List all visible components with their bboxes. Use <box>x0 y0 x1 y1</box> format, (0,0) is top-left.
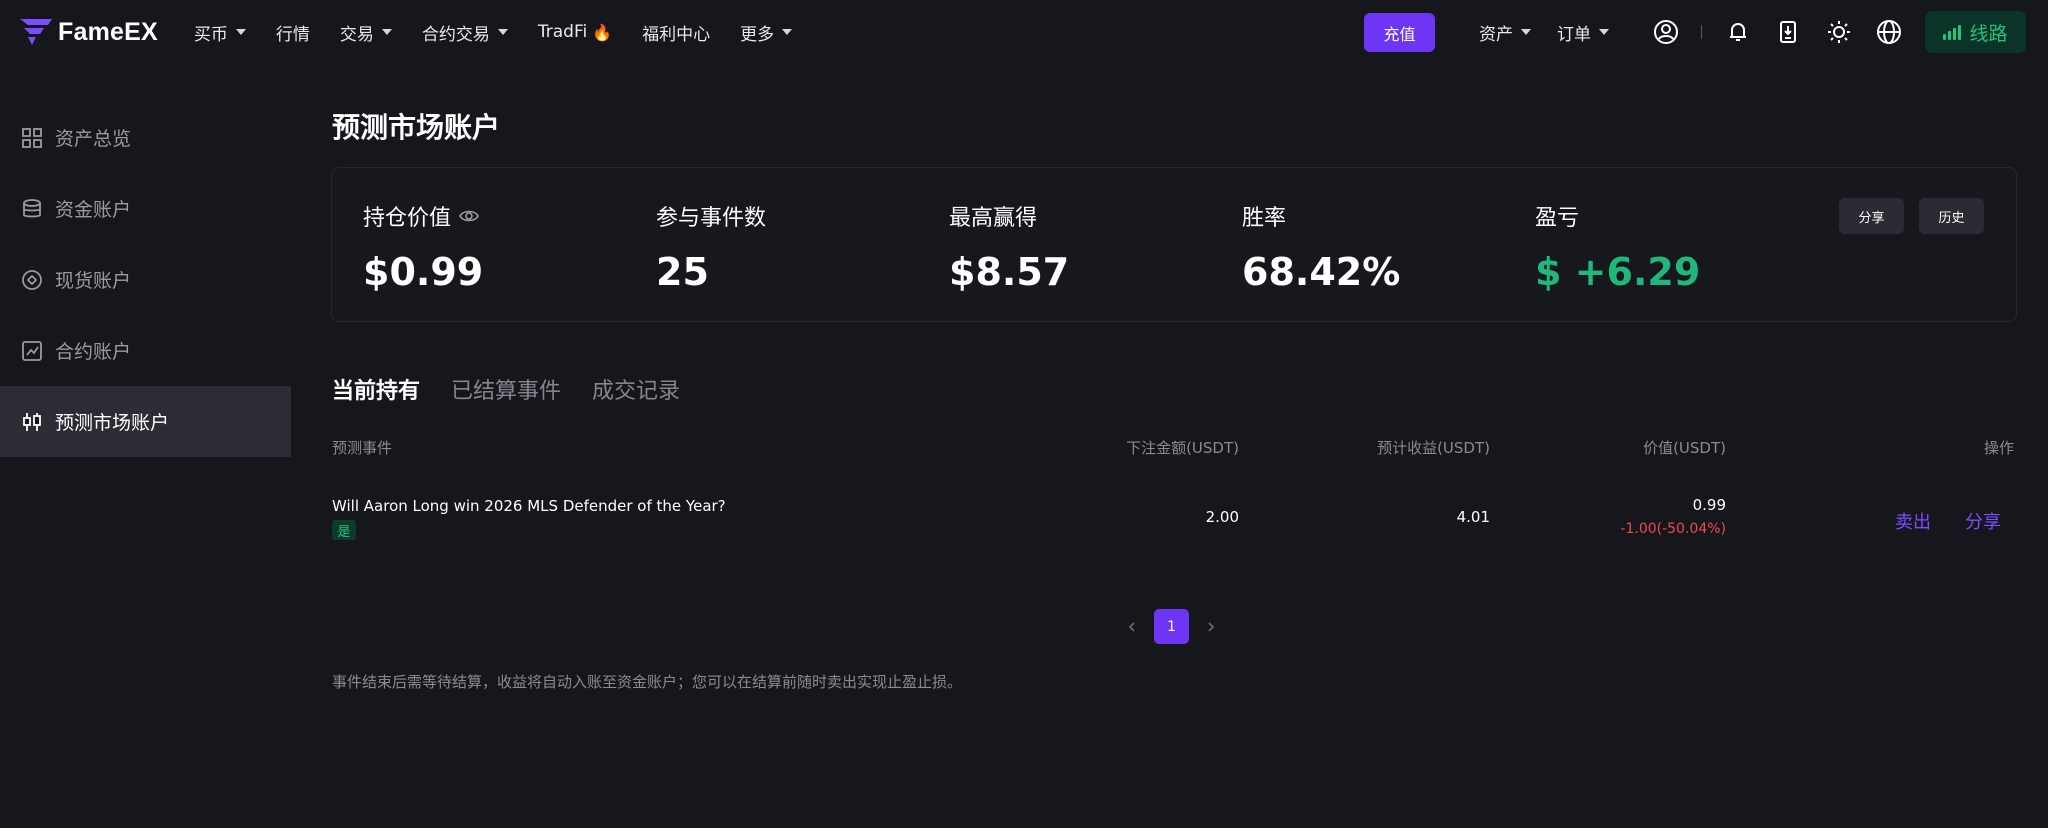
tab-settled-events[interactable]: 已结算事件 <box>451 373 561 405</box>
nav-label: 买币 <box>193 24 228 45</box>
page-number-current[interactable]: 1 <box>1154 609 1189 644</box>
stat-value: 25 <box>656 250 709 294</box>
grid-icon <box>22 127 42 148</box>
route-button[interactable]: 线路 <box>1925 11 2026 53</box>
position-value: 0.99 <box>1692 496 1726 514</box>
tab-trade-history[interactable]: 成交记录 <box>592 373 680 405</box>
chevron-down-icon <box>1521 29 1531 35</box>
nav-markets[interactable]: 行情 <box>276 20 310 45</box>
stat-max-win: 最高赢得 $8.57 <box>949 200 1069 294</box>
nav-rewards[interactable]: 福利中心 <box>642 20 710 45</box>
nav-label: 交易 <box>339 24 374 45</box>
stat-label: 持仓价值 <box>363 200 483 232</box>
main-nav: 买币 行情 交易 合约交易 TradFi 🔥 福利中心 更多 <box>194 20 822 45</box>
theme-sun-icon[interactable] <box>1823 16 1855 48</box>
stat-label: 参与事件数 <box>656 206 767 231</box>
sidebar-item-label: 资金账户 <box>55 199 132 221</box>
nav-more[interactable]: 更多 <box>740 20 793 45</box>
coins-icon <box>23 198 41 217</box>
divider <box>1701 25 1702 39</box>
candlestick-icon <box>23 412 41 431</box>
nav-label: 合约交易 <box>421 24 490 45</box>
bet-amount: 2.00 <box>1205 508 1239 526</box>
signal-bars-icon <box>1943 24 1963 40</box>
nav-trade[interactable]: 交易 <box>340 20 392 45</box>
fameex-logo-icon <box>20 19 52 45</box>
stat-label: 最高赢得 <box>949 206 1038 231</box>
chevron-down-icon <box>497 29 508 35</box>
expected-return: 4.01 <box>1456 508 1490 526</box>
chevron-right-icon[interactable] <box>1199 615 1223 639</box>
nav-label: 行情 <box>275 24 310 45</box>
sidebar-item-label: 资产总览 <box>55 128 132 150</box>
stat-label: 胜率 <box>1242 206 1287 231</box>
stat-win-rate: 胜率 68.42% <box>1242 200 1400 294</box>
sidebar-item-label: 预测市场账户 <box>55 412 170 434</box>
bell-icon[interactable] <box>1722 16 1754 48</box>
route-label: 线路 <box>1969 22 2008 45</box>
nav-futures[interactable]: 合约交易 <box>422 20 508 45</box>
stat-label-text: 持仓价值 <box>363 206 452 231</box>
holdings-tabs: 当前持有 已结算事件 成交记录 <box>332 373 711 405</box>
chevron-down-icon <box>1599 29 1609 35</box>
assets-menu[interactable]: 资产 <box>1479 20 1531 45</box>
column-header-value: 价值(USDT) <box>1643 439 1726 457</box>
tab-current-holdings[interactable]: 当前持有 <box>332 373 420 405</box>
account-sidebar: 资产总览 资金账户 现货账户 合约账户 预测市场账户 <box>0 102 291 457</box>
stat-label: 盈亏 <box>1535 206 1580 231</box>
flame-icon: 🔥 <box>592 22 613 42</box>
stat-pnl: 盈亏 $ +6.29 <box>1535 200 1700 294</box>
nav-tradfi[interactable]: TradFi 🔥 <box>538 22 612 42</box>
account-menu: 资产 订单 <box>1479 0 1635 64</box>
download-icon[interactable] <box>1772 16 1804 48</box>
stat-events-count: 参与事件数 25 <box>656 200 766 294</box>
fameex-logo[interactable]: FameEX <box>18 17 158 47</box>
row-share-button[interactable]: 分享 <box>1965 508 2001 534</box>
stat-value: $8.57 <box>949 250 1070 294</box>
stat-value: 68.42% <box>1242 250 1401 294</box>
sidebar-item-overview[interactable]: 资产总览 <box>0 102 291 173</box>
event-title[interactable]: Will Aaron Long win 2026 MLS Defender of… <box>332 497 726 515</box>
page-title: 预测市场账户 <box>332 111 501 144</box>
nav-buy-crypto[interactable]: 买币 <box>194 20 246 45</box>
summary-card: 持仓价值 $0.99 参与事件数 25 最高赢得 $8.57 胜率 68.42%… <box>331 167 2017 322</box>
column-header-action: 操作 <box>1983 439 2014 457</box>
brand-name: FameEX <box>58 17 158 46</box>
settlement-footnote: 事件结束后需等待结算，收益将自动入账至资金账户；您可以在结算前随时卖出实现止盈止… <box>332 673 963 691</box>
orders-label: 订单 <box>1557 24 1591 45</box>
nav-label: 更多 <box>740 24 775 45</box>
assets-label: 资产 <box>1479 24 1513 45</box>
chevron-down-icon <box>782 29 793 35</box>
stat-value: $ +6.29 <box>1535 250 1701 294</box>
eye-icon[interactable] <box>459 206 479 226</box>
share-button[interactable]: 分享 <box>1839 198 1904 234</box>
stat-value: $0.99 <box>363 250 484 294</box>
column-header-expected: 预计收益(USDT) <box>1377 439 1490 457</box>
stat-position-value: 持仓价值 $0.99 <box>363 200 483 294</box>
sidebar-item-label: 现货账户 <box>55 270 132 292</box>
globe-icon[interactable] <box>1873 16 1905 48</box>
nav-label: 福利中心 <box>642 24 711 45</box>
orders-menu[interactable]: 订单 <box>1557 20 1609 45</box>
deposit-button[interactable]: 充值 <box>1364 13 1435 52</box>
sidebar-item-spot[interactable]: 现货账户 <box>0 244 291 315</box>
history-button[interactable]: 历史 <box>1919 198 1984 234</box>
chevron-left-icon[interactable] <box>1120 615 1144 639</box>
chevron-down-icon <box>381 29 392 35</box>
position-change: -1.00(-50.04%) <box>1620 521 1726 537</box>
column-header-event: 预测事件 <box>332 439 393 457</box>
user-icon[interactable] <box>1650 16 1682 48</box>
sidebar-item-funding[interactable]: 资金账户 <box>0 173 291 244</box>
nav-label: TradFi <box>537 22 588 42</box>
sidebar-item-label: 合约账户 <box>55 341 132 363</box>
sell-button[interactable]: 卖出 <box>1895 508 1931 534</box>
sidebar-item-prediction[interactable]: 预测市场账户 <box>0 386 291 457</box>
sidebar-item-futures[interactable]: 合约账户 <box>0 315 291 386</box>
chart-icon <box>22 340 42 361</box>
column-header-bet: 下注金额(USDT) <box>1126 439 1239 457</box>
spot-icon <box>22 269 42 290</box>
chevron-down-icon <box>235 29 246 35</box>
side-badge: 是 <box>332 520 356 540</box>
pagination: 1 <box>1120 609 1223 644</box>
